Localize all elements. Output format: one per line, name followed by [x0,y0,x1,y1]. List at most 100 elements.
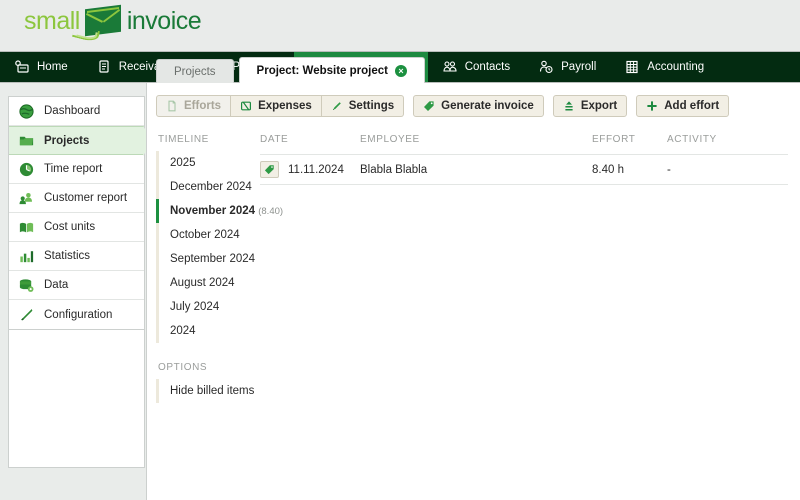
wrench-icon [18,306,35,323]
nav-label-home: Home [37,61,68,73]
nav-label-contacts: Contacts [465,61,510,73]
nav-label-accounting: Accounting [647,61,704,73]
sidebar-item-dashboard[interactable]: Dashboard [9,97,144,126]
option-hide-billed-items[interactable]: Hide billed items [159,379,260,403]
sidebar-label-dashboard: Dashboard [44,105,100,117]
timeline-item-august-2024[interactable]: August 2024 [159,271,260,295]
receivables-icon [96,59,112,75]
payroll-icon [538,59,554,75]
sidebar-item-statistics[interactable]: Statistics [9,242,144,271]
export-button-label: Export [581,100,617,112]
timeline-label: December 2024 [170,181,252,193]
leaf-icon [264,164,275,175]
table-header-row: DATE EMPLOYEE EFFORT ACTIVITY [260,134,788,155]
tab-project-website-project[interactable]: Project: Website project × [239,57,425,83]
nav-item-contacts[interactable]: Contacts [428,52,524,82]
nav-item-payroll[interactable]: Payroll [524,52,610,82]
timeline-item-november-2024[interactable]: November 2024 (8.40) [159,199,260,223]
sidebar-label-cost-units: Cost units [44,221,95,233]
tab-projects[interactable]: Projects [156,59,234,83]
document-icon [166,100,178,112]
option-label: Hide billed items [170,385,254,397]
efforts-button[interactable]: Efforts [156,95,231,117]
settings-button-label: Settings [349,100,394,112]
timeline-label: August 2024 [170,277,235,289]
envelope-icon [81,6,123,36]
button-group-primary: Efforts Expenses Set [156,95,404,117]
tab-bar: Projects Project: Website project × [147,57,425,83]
nav-label-payroll: Payroll [561,61,596,73]
sidebar-item-configuration[interactable]: Configuration [9,300,144,329]
app-root: small invoice Home [0,0,800,500]
tab-label-project: Project: Website project [257,65,388,77]
home-icon [14,59,30,75]
sidebar-menu: Dashboard Projects Tim [8,96,145,330]
timeline-column: TIMELINE 2025 December 2024 November 202… [147,134,260,403]
expenses-button[interactable]: Expenses [231,95,322,117]
generate-invoice-button[interactable]: Generate invoice [413,95,544,117]
efforts-table-column: DATE EMPLOYEE EFFORT ACTIVITY [260,134,800,403]
book-icon [18,219,35,236]
timeline-label: 2025 [170,157,196,169]
add-effort-button[interactable]: Add effort [636,95,729,117]
clock-icon [18,161,35,178]
sidebar-item-customer-report[interactable]: Customer report [9,184,144,213]
sidebar-item-cost-units[interactable]: Cost units [9,213,144,242]
timeline-label: November 2024 [170,205,255,217]
nav-item-home[interactable]: Home [0,52,82,82]
row-tag-button[interactable] [260,161,279,178]
sidebar-label-projects: Projects [44,135,89,147]
timeline-item-2025[interactable]: 2025 [159,151,260,175]
column-header-date[interactable]: DATE [260,134,360,155]
cell-date-text: 11.11.2024 [288,164,344,176]
contacts-icon [442,59,458,75]
app-logo[interactable]: small invoice [24,6,201,36]
export-button[interactable]: Export [553,95,627,117]
table-row[interactable]: 11.11.2024 Blabla Blabla 8.40 h - [260,155,788,185]
sidebar-label-statistics: Statistics [44,250,90,262]
timeline-item-october-2024[interactable]: October 2024 [159,223,260,247]
logo-bar: small invoice [0,0,800,51]
timeline-hours: (8.40) [258,206,283,217]
tab-label-projects: Projects [174,66,216,78]
expenses-button-label: Expenses [258,100,312,112]
sidebar-item-time-report[interactable]: Time report [9,155,144,184]
body-wrapper: Dashboard Projects Tim [0,83,800,500]
timeline-item-july-2024[interactable]: July 2024 [159,295,260,319]
efforts-table: DATE EMPLOYEE EFFORT ACTIVITY [260,134,788,185]
folder-icon [18,132,35,149]
accounting-icon [624,59,640,75]
nav-item-accounting[interactable]: Accounting [610,52,718,82]
logo-text-small: small [24,7,80,36]
column-header-effort[interactable]: EFFORT [592,134,667,155]
sidebar-label-data: Data [44,279,68,291]
button-group-export: Export [553,95,627,117]
add-effort-button-label: Add effort [664,100,719,112]
column-header-employee[interactable]: EMPLOYEE [360,134,592,155]
pencil-icon [331,100,343,112]
timeline-label: September 2024 [170,253,255,265]
options-heading: OPTIONS [156,362,260,373]
timeline-label: 2024 [170,325,196,337]
column-header-activity[interactable]: ACTIVITY [667,134,788,155]
settings-button[interactable]: Settings [322,95,404,117]
timeline-item-december-2024[interactable]: December 2024 [159,175,260,199]
main-columns: TIMELINE 2025 December 2024 November 202… [147,117,800,403]
generate-invoice-button-label: Generate invoice [441,100,534,112]
efforts-button-label: Efforts [184,100,221,112]
timeline-item-september-2024[interactable]: September 2024 [159,247,260,271]
sidebar-item-data[interactable]: Data [9,271,144,300]
logo-text-invoice: invoice [127,7,201,36]
cell-activity: - [667,155,788,185]
bar-chart-icon [18,248,35,265]
timeline-item-2024[interactable]: 2024 [159,319,260,343]
globe-icon [18,103,35,120]
options-list: Hide billed items [156,379,260,403]
close-icon[interactable]: × [395,65,407,77]
options-block: OPTIONS Hide billed items [156,362,260,403]
database-icon [18,277,35,294]
timeline-list: 2025 December 2024 November 2024 (8.40) … [156,151,260,343]
sidebar-label-time-report: Time report [44,163,102,175]
sidebar-item-projects[interactable]: Projects [9,126,144,155]
button-group-add: Add effort [636,95,729,117]
